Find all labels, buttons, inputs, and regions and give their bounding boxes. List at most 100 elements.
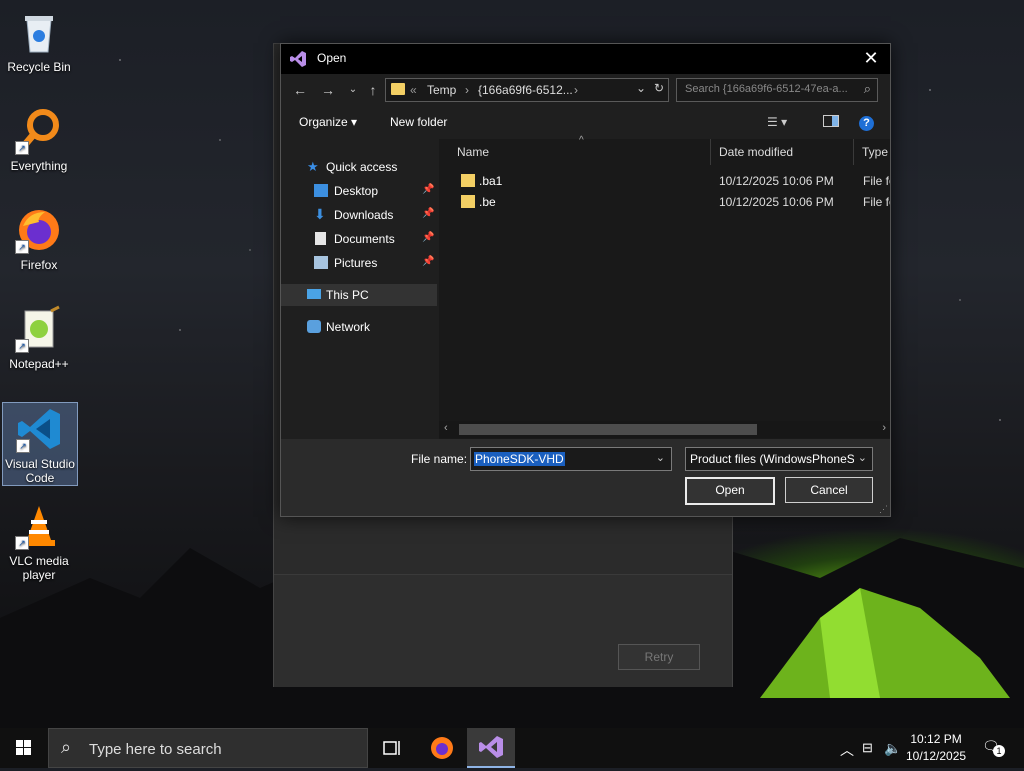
taskbar-visual-studio[interactable] bbox=[467, 728, 515, 768]
shortcut-arrow-icon: ↗ bbox=[16, 439, 30, 453]
desktop-icon-label: VLC media player bbox=[9, 554, 69, 582]
retry-button[interactable]: Retry bbox=[618, 644, 700, 670]
breadcrumb-separator: › bbox=[465, 83, 469, 97]
new-folder-button[interactable]: New folder bbox=[390, 115, 447, 129]
breadcrumb-overflow[interactable]: « bbox=[410, 83, 417, 97]
dialog-title: Open bbox=[317, 51, 347, 65]
clock-date: 10/12/2025 bbox=[906, 749, 967, 763]
network-icon bbox=[307, 320, 321, 333]
breadcrumb-current-folder[interactable]: {166a69f6-6512... bbox=[478, 83, 573, 97]
notification-center-button[interactable]: 🗨 1 bbox=[982, 738, 1005, 757]
search-box[interactable]: Search {166a69f6-6512-47ea-a... ⌕ bbox=[676, 78, 878, 102]
start-button[interactable] bbox=[0, 728, 48, 768]
download-arrow-icon: ⬇ bbox=[314, 206, 326, 222]
pin-icon: 📌 bbox=[422, 256, 435, 267]
taskbar-firefox[interactable] bbox=[418, 728, 466, 768]
address-bar[interactable]: « Temp › {166a69f6-6512... › ⌄ ↻ bbox=[385, 78, 669, 102]
desktop-icon-label: Notepad++ bbox=[9, 357, 69, 371]
file-date: 10/12/2025 10:06 PM bbox=[719, 174, 834, 188]
file-row[interactable]: .ba1 10/12/2025 10:06 PM File folder bbox=[439, 171, 890, 191]
task-view-button[interactable] bbox=[368, 728, 416, 768]
document-icon bbox=[315, 232, 326, 245]
scrollbar-thumb[interactable] bbox=[459, 424, 757, 435]
file-list: ^ Name Date modified Type .ba1 10/12/202… bbox=[439, 135, 890, 444]
nav-quick-access[interactable]: ★ Quick access bbox=[281, 156, 437, 178]
address-dropdown-icon[interactable]: ⌄ bbox=[636, 81, 646, 95]
everything-icon: ↗ bbox=[15, 107, 63, 155]
desktop-icon-firefox[interactable]: ↗ Firefox bbox=[2, 200, 76, 272]
system-clock[interactable]: 10:12 PM 10/12/2025 bbox=[906, 731, 966, 765]
nav-this-pc[interactable]: This PC bbox=[281, 284, 437, 306]
column-header-name[interactable]: Name bbox=[439, 139, 711, 165]
up-arrow-icon[interactable]: ↑ bbox=[363, 80, 383, 100]
file-name-label: File name: bbox=[411, 452, 468, 466]
notepadpp-icon: ↗ bbox=[15, 305, 63, 353]
column-header-type[interactable]: Type bbox=[855, 139, 890, 165]
horizontal-scrollbar[interactable]: ‹ › bbox=[439, 421, 890, 438]
nav-network[interactable]: Network bbox=[281, 316, 437, 338]
refresh-icon[interactable]: ↻ bbox=[654, 81, 664, 95]
file-type: File folder bbox=[863, 174, 890, 188]
file-name-input[interactable]: PhoneSDK-VHD ⌄ bbox=[470, 447, 672, 471]
pin-icon: 📌 bbox=[422, 184, 435, 195]
nav-documents[interactable]: Documents 📌 bbox=[281, 228, 437, 250]
scroll-left-icon[interactable]: ‹ bbox=[444, 422, 448, 434]
visual-studio-icon bbox=[290, 51, 306, 67]
file-type-filter-value: Product files (WindowsPhoneSDK bbox=[690, 452, 854, 466]
breadcrumb-temp[interactable]: Temp bbox=[427, 83, 456, 97]
recent-locations-chevron-icon[interactable]: ⌄ bbox=[343, 80, 363, 100]
dialog-toolbar: Organize ▾ New folder ☰ ▾ ? bbox=[281, 106, 890, 136]
nav-label: This PC bbox=[326, 288, 369, 302]
resize-grip-icon[interactable]: ⋰ bbox=[879, 504, 888, 515]
view-options-icon[interactable]: ☰ ▾ bbox=[767, 115, 787, 129]
nav-label: Documents bbox=[334, 232, 395, 246]
breadcrumb-separator: › bbox=[574, 83, 578, 97]
organize-button[interactable]: Organize ▾ bbox=[299, 115, 357, 129]
shortcut-arrow-icon: ↗ bbox=[15, 536, 29, 550]
dialog-footer: File name: PhoneSDK-VHD ⌄ Product files … bbox=[281, 439, 890, 516]
volume-muted-icon[interactable]: 🔈 bbox=[884, 740, 901, 757]
help-icon[interactable]: ? bbox=[859, 116, 874, 131]
taskbar-search-placeholder: Type here to search bbox=[89, 741, 222, 758]
nav-label: Quick access bbox=[326, 160, 398, 174]
desktop-icon-vscode[interactable]: ↗ Visual Studio Code bbox=[2, 402, 78, 486]
desktop-icon-everything[interactable]: ↗ Everything bbox=[2, 101, 76, 173]
network-status-icon[interactable]: ⊟ bbox=[862, 740, 873, 756]
computer-icon bbox=[307, 289, 321, 299]
nav-label: Desktop bbox=[334, 184, 379, 198]
task-view-icon bbox=[383, 741, 400, 755]
chevron-down-icon[interactable]: ⌄ bbox=[656, 451, 665, 464]
folder-icon bbox=[461, 195, 475, 208]
taskbar-search-box[interactable]: ⌕ Type here to search bbox=[48, 728, 368, 768]
search-icon: ⌕ bbox=[863, 81, 871, 96]
notification-count-badge: 1 bbox=[993, 745, 1005, 757]
file-row[interactable]: .be 10/12/2025 10:06 PM File folder bbox=[439, 192, 890, 212]
forward-arrow-icon[interactable]: → bbox=[318, 80, 338, 100]
dialog-titlebar[interactable]: Open ✕ bbox=[281, 44, 890, 74]
desktop-icon-notepadpp[interactable]: ↗ Notepad++ bbox=[2, 299, 76, 371]
desktop-icon-vlc[interactable]: ↗ VLC media player bbox=[2, 496, 76, 582]
nav-downloads[interactable]: ⬇ Downloads 📌 bbox=[281, 204, 437, 226]
file-type-filter[interactable]: Product files (WindowsPhoneSDK ⌄ bbox=[685, 447, 873, 471]
preview-pane-icon[interactable] bbox=[823, 115, 839, 130]
desktop-icon-recycle-bin[interactable]: Recycle Bin bbox=[2, 2, 76, 74]
column-header-date-modified[interactable]: Date modified bbox=[712, 139, 854, 165]
nav-pictures[interactable]: Pictures 📌 bbox=[281, 252, 437, 274]
nav-label: Downloads bbox=[334, 208, 394, 222]
show-hidden-icons-chevron-icon[interactable]: ︿ bbox=[840, 740, 854, 760]
navigation-pane: ★ Quick access Desktop 📌 ⬇ Downloads 📌 D… bbox=[281, 139, 437, 439]
file-name: .ba1 bbox=[479, 174, 503, 188]
scroll-right-icon[interactable]: › bbox=[882, 422, 886, 434]
open-button[interactable]: Open bbox=[685, 477, 775, 505]
cancel-button[interactable]: Cancel bbox=[785, 477, 873, 503]
firefox-icon: ↗ bbox=[15, 206, 63, 254]
search-placeholder: Search {166a69f6-6512-47ea-a... bbox=[685, 83, 848, 95]
nav-desktop[interactable]: Desktop 📌 bbox=[281, 180, 437, 202]
close-button[interactable]: ✕ bbox=[860, 47, 882, 69]
open-file-dialog: Open ✕ ← → ⌄ ↑ « Temp › {166a69f6-6512..… bbox=[280, 43, 891, 517]
shortcut-arrow-icon: ↗ bbox=[15, 240, 29, 254]
recycle-bin-icon bbox=[15, 8, 63, 56]
clock-time: 10:12 PM bbox=[910, 732, 962, 746]
back-arrow-icon[interactable]: ← bbox=[290, 80, 310, 100]
star-icon: ★ bbox=[307, 159, 319, 174]
